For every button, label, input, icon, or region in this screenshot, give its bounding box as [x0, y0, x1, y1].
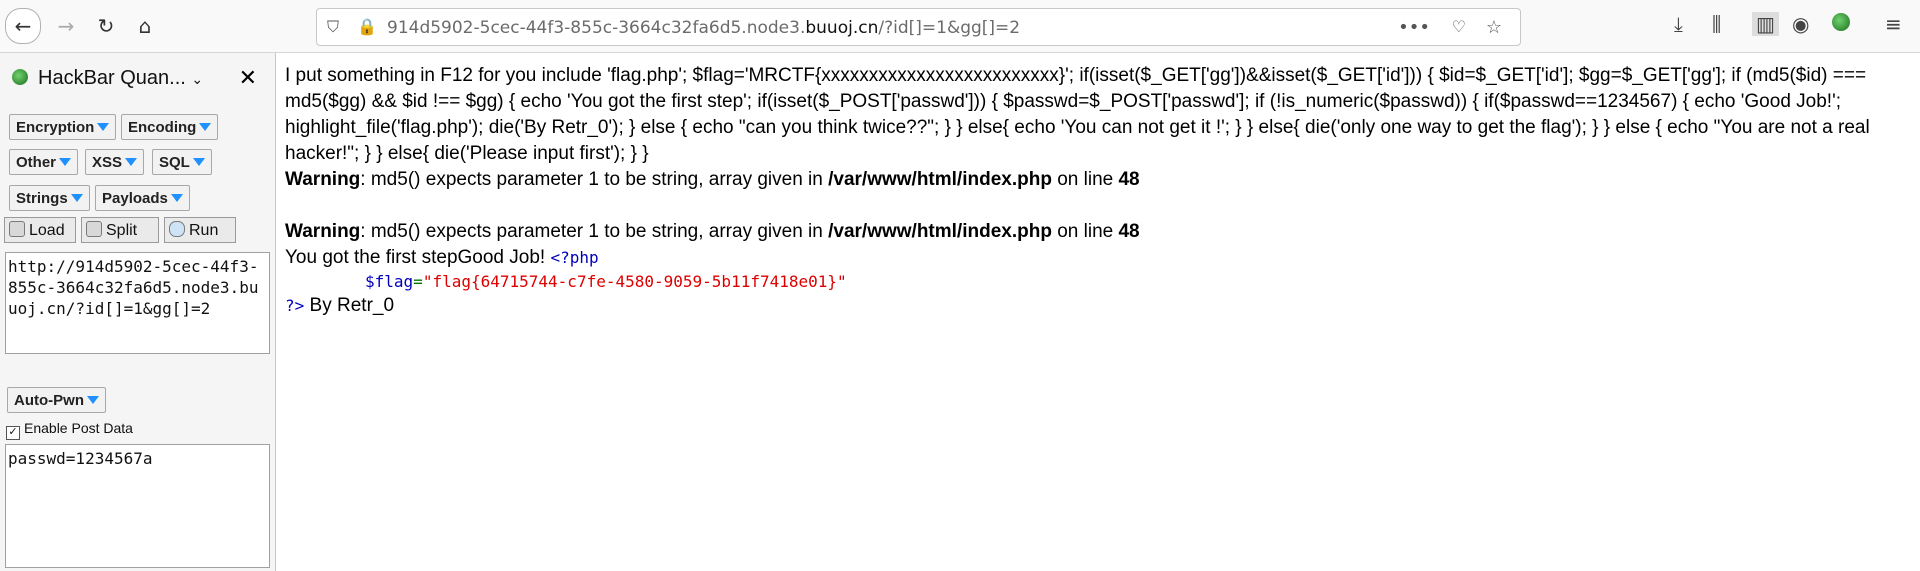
url-textarea[interactable]: http://914d5902-5cec-44f3-855c-3664c32fa…	[5, 252, 270, 354]
sidebar-title: HackBar Quan...	[38, 67, 186, 89]
warning-line-2: Warning: md5() expects parameter 1 to be…	[285, 221, 1140, 242]
menu-sql[interactable]: SQL	[152, 149, 212, 175]
download-icon[interactable]: ⤓	[1674, 12, 1683, 36]
post-data-textarea[interactable]: passwd=1234567a	[5, 444, 270, 568]
php-open-tag: <?php	[550, 248, 599, 267]
menu-strings[interactable]: Strings	[9, 185, 90, 211]
load-icon	[9, 221, 25, 237]
run-icon	[169, 221, 185, 237]
menu-encryption[interactable]: Encryption	[9, 114, 117, 140]
reload-icon[interactable]: ↻	[90, 10, 122, 42]
dropdown-triangle-icon	[86, 396, 99, 404]
dropdown-triangle-icon	[59, 158, 72, 166]
split-icon	[86, 221, 102, 237]
dropdown-triangle-icon	[70, 194, 83, 202]
warning-line-1: Warning: md5() expects parameter 1 to be…	[285, 169, 1140, 190]
flag-value: "flag{64715744-c7fe-4580-9059-5b11f7418e…	[422, 272, 847, 291]
insecure-lock-icon[interactable]: 🔒	[357, 17, 377, 36]
menu-auto-pwn[interactable]: Auto-Pwn	[7, 387, 106, 413]
url-bar[interactable]: ⛉ 🔒 914d5902-5cec-44f3-855c-3664c32fa6d5…	[316, 8, 1521, 46]
run-button[interactable]: Run	[164, 217, 236, 243]
bookmark-star-icon[interactable]: ☆	[1486, 17, 1502, 38]
php-source-text: I put something in F12 for you include '…	[285, 65, 1870, 164]
closing-line: ?> By Retr_0	[285, 295, 395, 316]
account-icon[interactable]: ◉	[1792, 12, 1809, 36]
more-actions-icon[interactable]: •••	[1398, 17, 1430, 38]
menu-payloads[interactable]: Payloads	[95, 185, 190, 211]
hackbar-sidebar: HackBar Quan... ⌄ ✕ Encryption Encoding …	[0, 53, 276, 571]
pocket-icon[interactable]: ♡	[1452, 17, 1466, 36]
dropdown-triangle-icon	[125, 158, 138, 166]
dropdown-triangle-icon	[199, 123, 212, 131]
sidebar-toggle-icon[interactable]: ▥	[1752, 12, 1779, 36]
url-text[interactable]: 914d5902-5cec-44f3-855c-3664c32fa6d5.nod…	[387, 18, 1020, 38]
back-arrow-icon[interactable]: ←	[5, 8, 41, 44]
checkbox-label: Enable Post Data	[24, 420, 133, 436]
browser-toolbar: ← → ↻ ⌂ ⛉ 🔒 914d5902-5cec-44f3-855c-3664…	[0, 0, 1920, 53]
enable-post-checkbox[interactable]: ✓ Enable Post Data	[6, 420, 133, 440]
close-icon[interactable]: ✕	[239, 65, 257, 91]
load-button[interactable]: Load	[4, 217, 76, 243]
menu-encoding[interactable]: Encoding	[121, 114, 219, 140]
dropdown-triangle-icon	[192, 158, 205, 166]
menu-xss[interactable]: XSS	[85, 149, 145, 175]
split-button[interactable]: Split	[81, 217, 159, 243]
shield-icon[interactable]: ⛉	[327, 17, 339, 37]
home-icon[interactable]: ⌂	[129, 10, 161, 42]
dropdown-triangle-icon	[170, 194, 183, 202]
sidebar-header[interactable]: HackBar Quan... ⌄	[12, 67, 203, 90]
hackbar-logo-icon	[12, 69, 28, 85]
flag-line: $flag="flag{64715744-c7fe-4580-9059-5b11…	[365, 272, 847, 291]
forward-arrow-icon[interactable]: →	[50, 10, 82, 42]
page-content: I put something in F12 for you include '…	[285, 63, 1910, 319]
checkmark-icon: ✓	[6, 426, 20, 440]
dropdown-triangle-icon	[97, 123, 110, 131]
chevron-down-icon[interactable]: ⌄	[191, 71, 203, 87]
hackbar-extension-icon[interactable]	[1832, 12, 1850, 36]
menu-icon[interactable]: ≡	[1885, 12, 1902, 36]
library-icon[interactable]: ⫼	[1712, 12, 1721, 36]
menu-other[interactable]: Other	[9, 149, 79, 175]
result-line: You got the first stepGood Job! <?php	[285, 247, 599, 268]
